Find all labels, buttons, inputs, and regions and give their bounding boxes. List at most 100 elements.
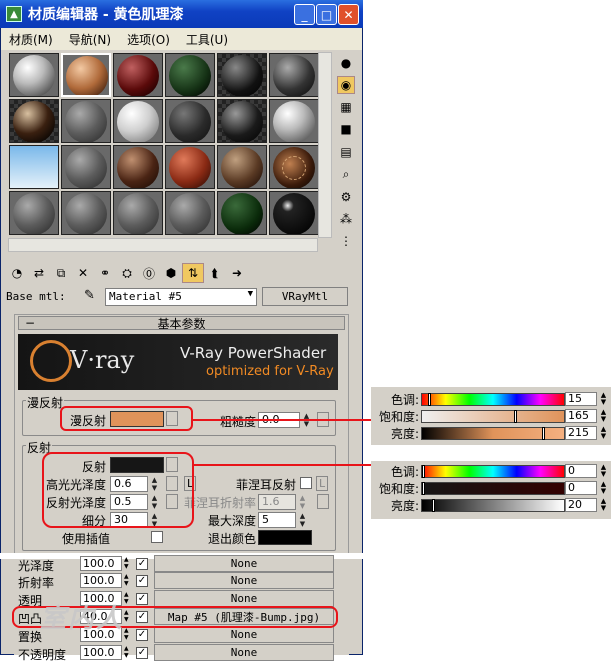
map-amount-spinner[interactable]: ▲ ▼ [124,591,129,605]
value-value[interactable]: 215 [565,426,597,440]
map-slot-button[interactable]: None [154,572,334,589]
sample-slot[interactable] [9,53,59,97]
sample-slot[interactable] [9,145,59,189]
minimize-button[interactable]: _ [294,4,315,25]
get-material-icon[interactable]: ◔ [6,263,28,283]
map-amount-spinner[interactable]: ▲ ▼ [124,573,129,587]
value-value[interactable]: 20 [565,498,597,512]
hue-value[interactable]: 0 [565,464,597,478]
sample-slot[interactable] [113,191,163,235]
map-enable-checkbox[interactable]: ✓ [136,593,148,605]
rollout-title-bar[interactable]: − 基本参数 [18,316,345,331]
map-amount-input[interactable]: 100.0 [80,556,122,571]
go-forward-sibling-icon[interactable]: ➜ [226,263,248,283]
menu-navigation[interactable]: 导航(N) [61,31,119,48]
fresnel-ior-input[interactable]: 1.6 [258,494,296,510]
value-slider[interactable] [421,499,565,512]
material-effects-channel-icon[interactable]: ⓪ [138,263,160,283]
sample-slot[interactable] [217,53,267,97]
sample-slot[interactable] [113,99,163,143]
map-amount-spinner[interactable]: ▲ ▼ [124,645,129,659]
value-slider[interactable] [421,427,565,440]
sample-slot[interactable] [113,53,163,97]
saturation-slider[interactable] [421,410,565,423]
slots-horizontal-scrollbar[interactable] [8,238,318,252]
close-button[interactable]: ✕ [338,4,359,25]
options-icon[interactable]: ⚙ [337,188,355,206]
menu-material[interactable]: 材质(M) [1,31,61,48]
sample-slot[interactable] [269,145,319,189]
map-amount-input[interactable]: 100.0 [80,573,122,588]
map-slot-button[interactable]: None [154,590,334,607]
show-end-result-icon[interactable]: ⇅ [182,263,204,283]
map-slot-button[interactable]: None [154,555,334,572]
use-interpolation-checkbox[interactable] [151,531,163,543]
menu-options[interactable]: 选项(O) [119,31,178,48]
map-amount-spinner[interactable]: ▲ ▼ [124,556,129,570]
sample-slot[interactable] [269,53,319,97]
video-color-check-icon[interactable]: ▤ [337,143,355,161]
max-depth-spinner[interactable]: ▲ ▼ [298,512,307,528]
value-spinner[interactable]: ▲ ▼ [599,426,608,440]
menu-tools[interactable]: 工具(U) [178,31,236,48]
sample-slot[interactable] [61,191,111,235]
max-depth-input[interactable]: 5 [258,512,296,528]
reset-map-icon[interactable]: ✕ [72,263,94,283]
sample-slot[interactable] [61,145,111,189]
sample-slot[interactable] [165,99,215,143]
saturation-value[interactable]: 0 [565,481,597,495]
show-map-in-viewport-icon[interactable]: ⬢ [160,263,182,283]
fresnel-ior-spinner[interactable]: ▲ ▼ [298,494,307,510]
saturation-spinner[interactable]: ▲ ▼ [599,481,608,495]
material-type-button[interactable]: VRayMtl [262,287,348,306]
sample-slot[interactable] [113,145,163,189]
assign-to-selection-icon[interactable]: ⧉ [50,263,72,283]
put-to-library-icon[interactable]: ⛭ [116,263,138,283]
go-to-parent-icon[interactable]: ⮬ [204,263,226,283]
sample-uv-tiling-icon[interactable]: ■ [337,120,355,138]
saturation-spinner[interactable]: ▲ ▼ [599,409,608,423]
hue-slider[interactable] [421,465,565,478]
fresnel-checkbox[interactable] [300,477,312,489]
make-unique-icon[interactable]: ⚭ [94,263,116,283]
saturation-slider[interactable] [421,482,565,495]
hue-spinner[interactable]: ▲ ▼ [599,464,608,478]
pick-material-eyedropper-icon[interactable]: ✎ [84,288,95,303]
sample-slot[interactable] [61,99,111,143]
material-map-navigator-icon[interactable]: ⋮ [337,232,355,250]
fresnel-ior-map-button[interactable] [317,494,329,509]
map-amount-spinner[interactable]: ▲ ▼ [124,627,129,641]
material-name-combo[interactable]: Material #5 ▼ [105,288,257,306]
make-preview-icon[interactable]: ⌕ [337,165,355,183]
maximize-button[interactable]: □ [316,4,337,25]
sample-slot[interactable] [165,191,215,235]
sample-slot[interactable] [269,191,319,235]
hue-slider[interactable] [421,393,565,406]
map-enable-checkbox[interactable]: ✓ [136,629,148,641]
sample-slot[interactable] [165,53,215,97]
select-by-material-icon[interactable]: ⁂ [337,210,355,228]
value-spinner[interactable]: ▲ ▼ [599,498,608,512]
map-enable-checkbox[interactable]: ✓ [136,558,148,570]
saturation-value[interactable]: 165 [565,409,597,423]
backlight-icon[interactable]: ◉ [337,76,355,94]
sample-slot-active[interactable] [61,53,111,97]
put-to-scene-icon[interactable]: ⇄ [28,263,50,283]
slots-vertical-scrollbar[interactable] [318,52,332,238]
map-amount-input[interactable]: 100.0 [80,645,122,660]
sample-slot[interactable] [269,99,319,143]
exit-color-swatch[interactable] [258,530,312,545]
map-slot-button[interactable]: None [154,644,334,661]
map-enable-checkbox[interactable]: ✓ [136,575,148,587]
map-slot-button[interactable]: None [154,626,334,643]
sample-slot[interactable] [9,191,59,235]
sample-slot[interactable] [165,145,215,189]
fresnel-lock-L-button[interactable]: L [316,476,329,491]
map-enable-checkbox[interactable]: ✓ [136,647,148,659]
hue-spinner[interactable]: ▲ ▼ [599,392,608,406]
sample-slot[interactable] [217,191,267,235]
sample-type-sphere-icon[interactable]: ● [337,54,355,72]
sample-slot[interactable] [217,99,267,143]
sample-slot[interactable] [9,99,59,143]
sample-slot[interactable] [217,145,267,189]
